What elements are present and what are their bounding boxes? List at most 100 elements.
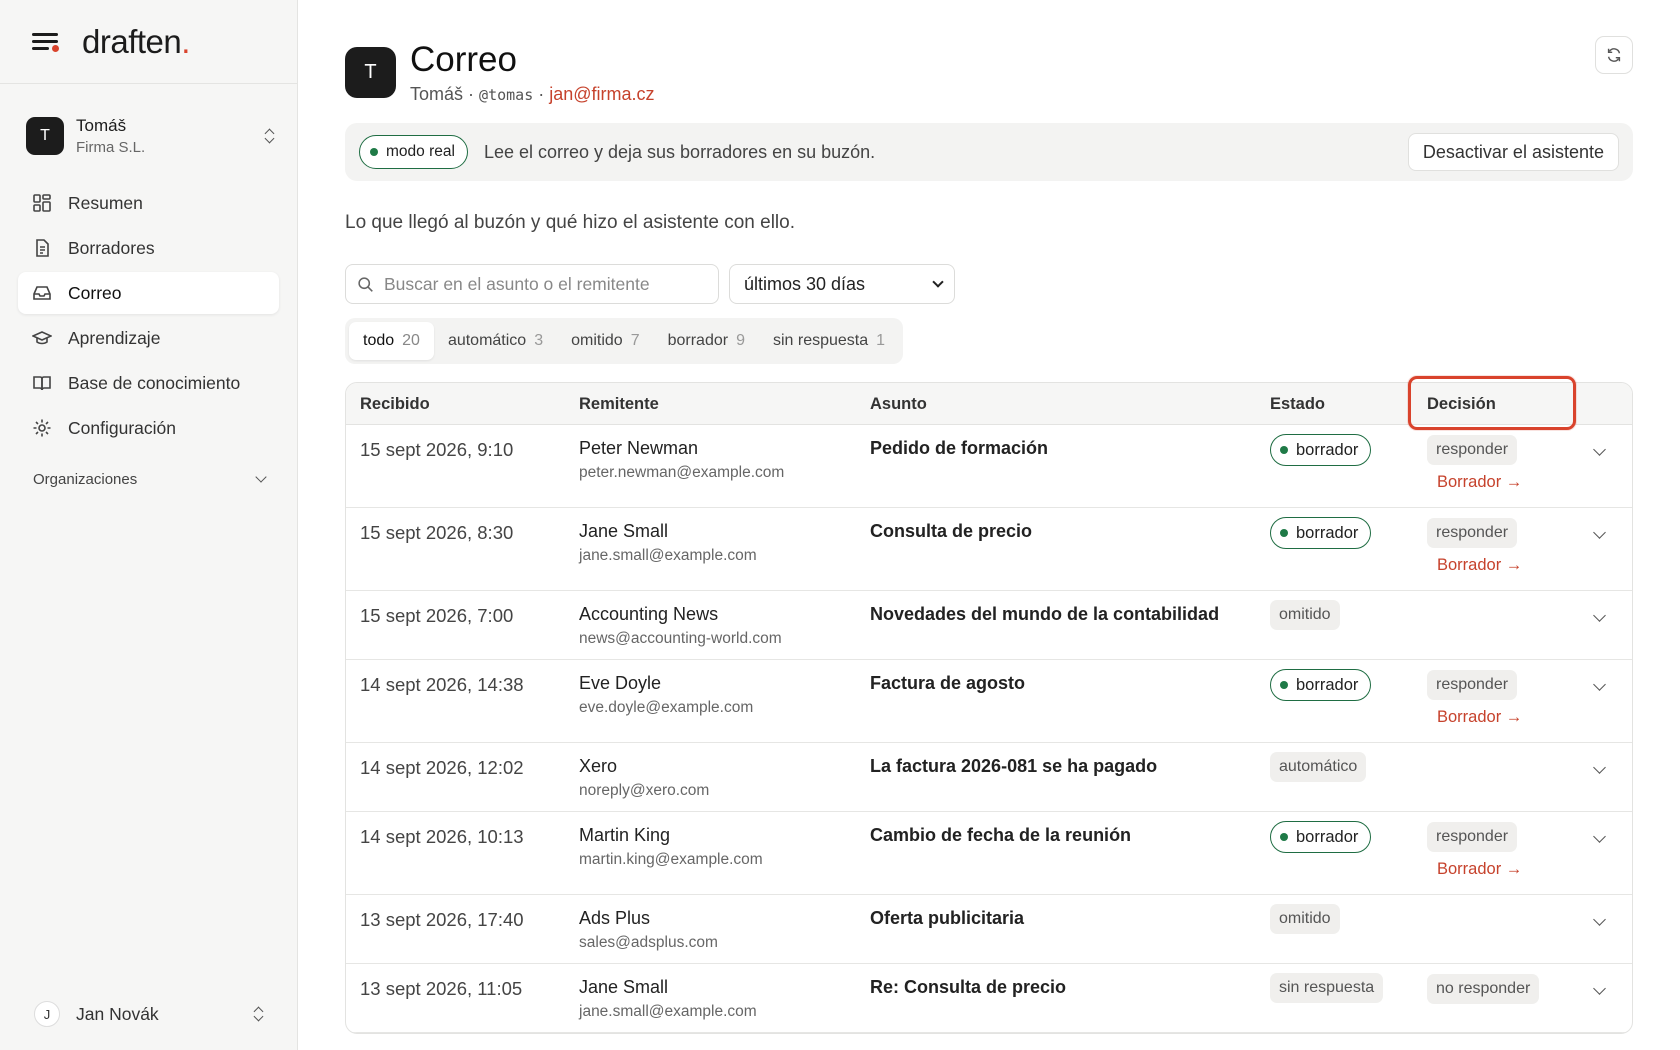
sender-name: Accounting News [579, 604, 719, 624]
assistant-banner: modo real Lee el correo y deja sus borra… [345, 123, 1633, 181]
sender-name: Peter Newman [579, 438, 699, 458]
column-header-sender[interactable]: Remitente [579, 395, 659, 414]
status-cell: borrador [1270, 821, 1372, 853]
sidebar-item-correo[interactable]: Correo [18, 272, 279, 314]
chevron-down-icon[interactable] [1593, 982, 1606, 995]
open-draft-link[interactable]: Borrador → [1437, 708, 1522, 727]
column-header-decision[interactable]: Decisión [1427, 395, 1496, 414]
account-email[interactable]: jan@firma.cz [549, 84, 654, 104]
sender-cell: Eve Doyle eve.doyle@example.com [579, 673, 753, 717]
open-draft-link[interactable]: Borrador → [1437, 860, 1522, 879]
chevron-down-icon[interactable] [1593, 761, 1606, 774]
sender-cell: Xero noreply@xero.com [579, 756, 709, 800]
sender-name: Martin King [579, 825, 671, 845]
sender-email: noreply@xero.com [579, 782, 710, 799]
sidebar-item-base-conocimiento[interactable]: Base de conocimiento [18, 362, 279, 404]
subject: La factura 2026-081 se ha pagado [870, 756, 1158, 776]
sidebar-nav: Resumen Borradores Correo Aprendizaje Ba… [0, 182, 297, 449]
status-dot-icon [1280, 833, 1288, 841]
status-badge: sin respuesta [1270, 973, 1384, 1003]
sidebar-item-borradores[interactable]: Borradores [18, 227, 279, 269]
received-date: 15 sept 2026, 8:30 [360, 522, 514, 543]
table-header: Recibido Remitente Asunto Estado Decisió… [346, 383, 1632, 425]
tab-omitido[interactable]: omitido 7 [557, 322, 653, 360]
open-draft-link[interactable]: Borrador → [1437, 556, 1522, 575]
status-dot-icon [1280, 681, 1288, 689]
decision-cell: responder Borrador → [1427, 821, 1522, 879]
user-name: Jan Novák [76, 1003, 159, 1024]
account-handle: @tomas [479, 86, 534, 104]
sidebar: draften. T Tomáš Firma S.L. Resumen Borr… [0, 0, 298, 1050]
deactivate-assistant-button[interactable]: Desactivar el asistente [1407, 133, 1619, 171]
table-row[interactable]: 15 sept 2026, 8:30 Jane Small jane.small@e… [346, 508, 1632, 591]
account-name: Tomáš [410, 84, 464, 104]
menu-icon[interactable] [32, 30, 60, 54]
sender-cell: Ads Plus sales@adsplus.com [579, 908, 718, 952]
status-cell: borrador [1270, 669, 1372, 701]
sender-email: jane.small@example.com [579, 547, 757, 564]
column-header-subject[interactable]: Asunto [870, 395, 927, 414]
sender-cell: Jane Small jane.small@example.com [579, 977, 757, 1021]
sidebar-item-aprendizaje[interactable]: Aprendizaje [18, 317, 279, 359]
sidebar-item-configuracion[interactable]: Configuración [18, 407, 279, 449]
table-row[interactable]: 14 sept 2026, 14:38 Eve Doyle eve.doyle@ex… [346, 660, 1632, 743]
table-row[interactable]: 15 sept 2026, 9:10 Peter Newman peter.newm… [346, 425, 1632, 508]
mail-table: Recibido Remitente Asunto Estado Decisió… [345, 382, 1633, 1034]
status-badge: automático [1270, 752, 1367, 782]
sender-email: eve.doyle@example.com [579, 699, 754, 716]
sender-email: sales@adsplus.com [579, 934, 718, 951]
sidebar-item-label: Correo [68, 282, 122, 303]
table-row[interactable]: 15 sept 2026, 7:00 Accounting News news@ac… [346, 591, 1632, 660]
main-content: T Correo Tomáš · @tomas · jan@firma.cz m… [345, 0, 1633, 1050]
table-row[interactable]: 14 sept 2026, 12:02 Xero noreply@xero.com L… [346, 743, 1632, 812]
table-row[interactable]: 13 sept 2026, 17:40 Ads Plus sales@adsplus… [346, 895, 1632, 964]
table-row[interactable]: 13 sept 2026, 11:05 Jane Small jane.small@… [346, 964, 1632, 1033]
subject: Novedades del mundo de la contabilidad [870, 604, 1220, 624]
organizations-toggle[interactable]: Organizaciones [33, 465, 279, 493]
account-avatar: T [345, 47, 396, 98]
chevron-down-icon[interactable] [1593, 678, 1606, 691]
chevron-updown-icon [252, 1005, 266, 1023]
graduation-cap-icon [32, 328, 52, 348]
org-switcher[interactable]: T Tomáš Firma S.L. [26, 114, 277, 158]
subject: Factura de agosto [870, 673, 1026, 693]
sidebar-item-label: Resumen [68, 192, 143, 213]
sender-email: peter.newman@example.com [579, 464, 785, 481]
sidebar-item-resumen[interactable]: Resumen [18, 182, 279, 224]
search-input[interactable] [384, 273, 704, 295]
open-draft-link[interactable]: Borrador → [1437, 473, 1522, 492]
period-value: últimos 30 días [744, 273, 866, 294]
chevron-down-icon[interactable] [1593, 443, 1606, 456]
org-user-name: Tomáš [76, 116, 127, 135]
tab-borrador[interactable]: borrador 9 [654, 322, 759, 360]
user-switcher[interactable]: J Jan Novák [34, 994, 266, 1034]
received-date: 13 sept 2026, 11:05 [360, 978, 523, 999]
user-avatar: J [34, 1001, 60, 1027]
tab-automatico[interactable]: automático 3 [434, 322, 557, 360]
sender-name: Jane Small [579, 977, 669, 997]
chevron-down-icon[interactable] [1593, 913, 1606, 926]
search-box[interactable] [345, 264, 719, 304]
column-header-received[interactable]: Recibido [360, 395, 430, 414]
sender-cell: Peter Newman peter.newman@example.com [579, 438, 784, 482]
sender-email: jane.small@example.com [579, 1003, 757, 1020]
received-date: 14 sept 2026, 12:02 [360, 757, 524, 778]
refresh-button[interactable] [1595, 36, 1633, 74]
decision-cell: no responder [1427, 973, 1540, 1004]
account-line: Tomáš · @tomas · jan@firma.cz [410, 84, 655, 104]
chevron-down-icon[interactable] [1593, 830, 1606, 843]
tab-todo[interactable]: todo 20 [349, 322, 434, 360]
received-date: 15 sept 2026, 7:00 [360, 605, 514, 626]
table-row[interactable]: 14 sept 2026, 10:13 Martin King martin.kin… [346, 812, 1632, 895]
refresh-icon [1607, 48, 1621, 62]
chevron-down-icon[interactable] [1593, 609, 1606, 622]
sidebar-item-label: Aprendizaje [68, 327, 161, 348]
table-body: 15 sept 2026, 9:10 Peter Newman peter.newm… [346, 425, 1632, 1033]
received-date: 14 sept 2026, 10:13 [360, 826, 524, 847]
period-select[interactable]: últimos 30 días [729, 264, 955, 304]
column-header-status[interactable]: Estado [1270, 395, 1325, 414]
subject: Re: Consulta de precio [870, 977, 1067, 997]
page-title: Correo [410, 40, 517, 79]
tab-sin-respuesta[interactable]: sin respuesta 1 [759, 322, 899, 360]
chevron-down-icon[interactable] [1593, 526, 1606, 539]
